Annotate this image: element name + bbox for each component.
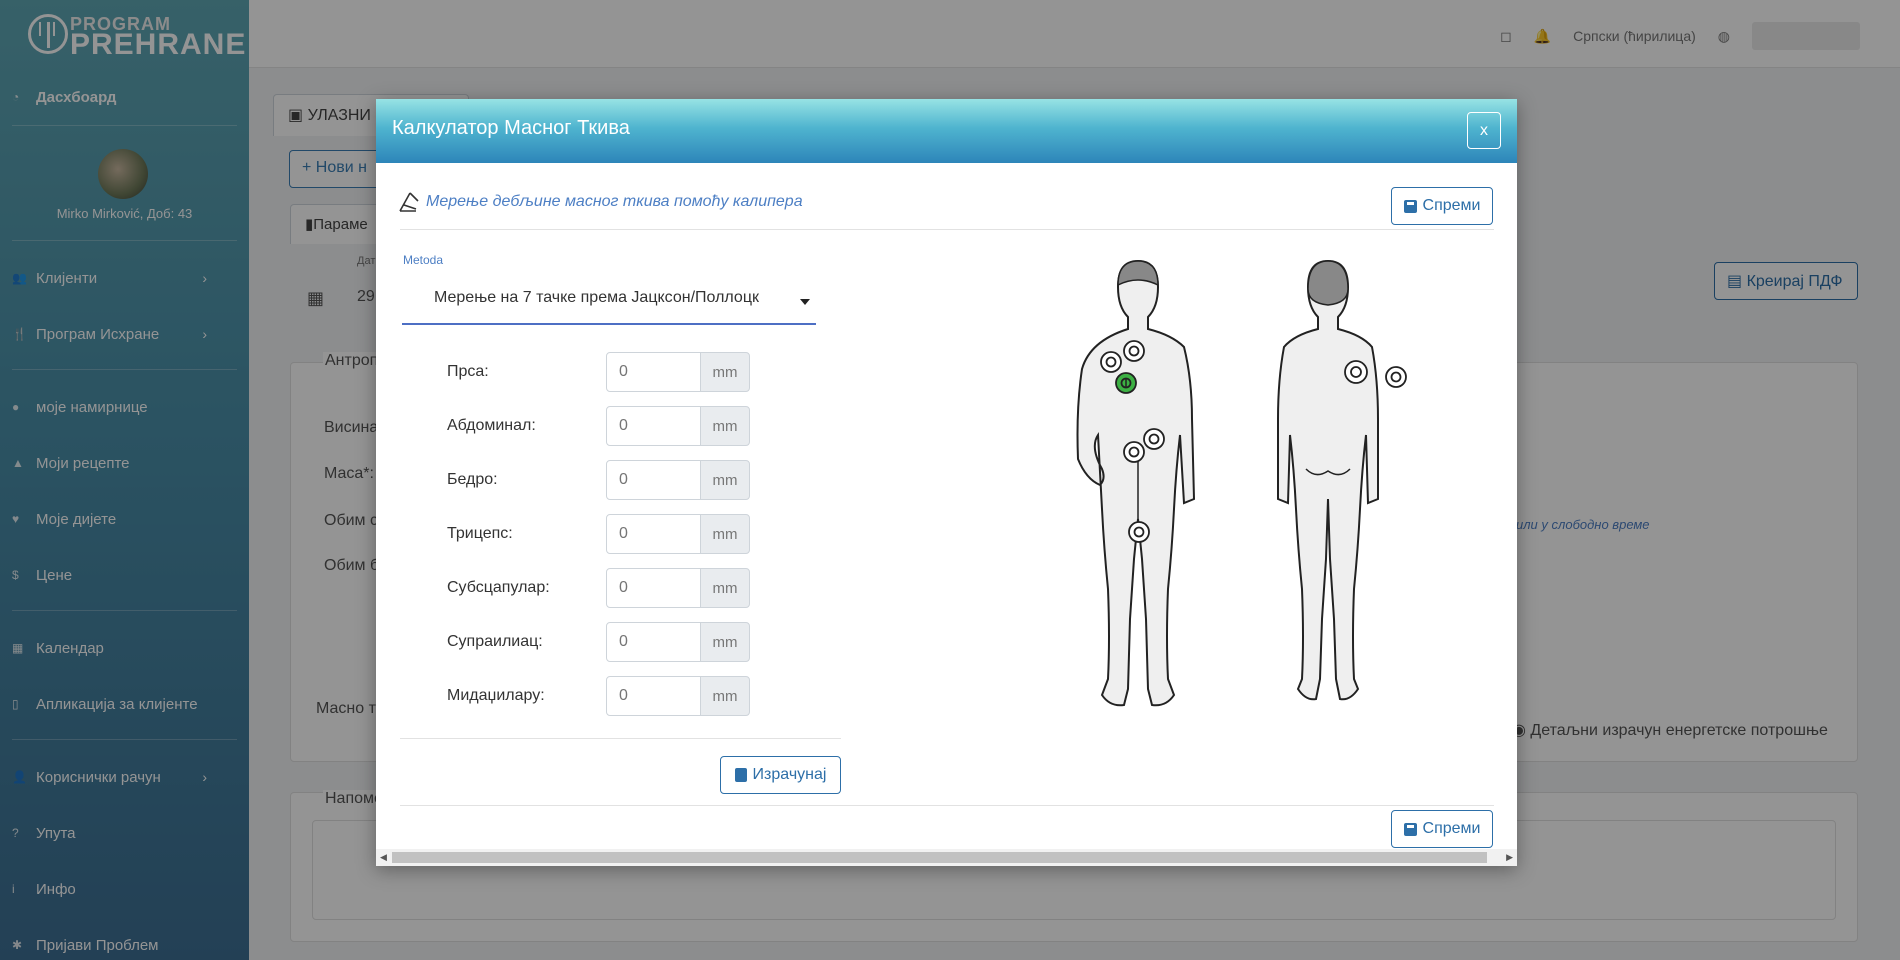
caliper-icon [399, 192, 419, 212]
unit-addon: mm [700, 460, 750, 500]
midaxillary-point-active-icon[interactable] [1115, 372, 1137, 394]
fat-calculator-modal: Калкулатор Масног Ткива x Мерење дебљине… [376, 99, 1517, 866]
calculate-button[interactable]: Израчунај [720, 756, 841, 794]
caret-down-icon [800, 299, 810, 305]
suprailiac-input[interactable] [606, 622, 701, 662]
triceps-input[interactable] [606, 514, 701, 554]
divider [400, 229, 1494, 230]
floppy-disk-icon [1403, 199, 1417, 213]
unit-addon: mm [700, 406, 750, 446]
midaxillary-input[interactable] [606, 676, 701, 716]
save-label: Спреми [1422, 197, 1481, 214]
thigh-point-icon[interactable] [1128, 521, 1150, 543]
subscapular-point-icon[interactable] [1344, 360, 1368, 384]
close-button[interactable]: x [1467, 112, 1501, 149]
method-select[interactable]: Мерење на 7 тачке према Јацксон/Поллоцк [402, 269, 816, 325]
abdominal-input[interactable] [606, 406, 701, 446]
measurement-label: Субсцапулар: [447, 579, 550, 596]
measurement-row-chest: Прса: mm [447, 352, 757, 392]
method-label: Metoda [403, 253, 444, 267]
chest-point-icon[interactable] [1123, 340, 1145, 362]
divider [400, 738, 841, 739]
unit-addon: mm [700, 622, 750, 662]
measurement-label: Прса: [447, 363, 489, 380]
calculate-label: Израчунај [752, 766, 827, 783]
measurement-row-abdominal: Абдоминал: mm [447, 406, 757, 446]
method-value: Мерење на 7 тачке према Јацксон/Поллоцк [434, 289, 759, 306]
save-label: Спреми [1422, 820, 1481, 837]
measurement-row-midaxillary: Мидаџилару: mm [447, 676, 757, 716]
measurement-label: Супраилиац: [447, 633, 543, 650]
scrollbar-thumb[interactable] [392, 852, 1487, 863]
divider [400, 805, 1494, 806]
scroll-right-icon[interactable]: ▶ [1506, 852, 1513, 863]
measurement-label: Бедро: [447, 471, 498, 488]
measurement-label: Трицепс: [447, 525, 513, 542]
calculator-icon [734, 768, 747, 782]
modal-header: Калкулатор Масног Ткива x [376, 99, 1517, 163]
triceps-back-point-icon[interactable] [1385, 366, 1407, 388]
unit-addon: mm [700, 514, 750, 554]
measurement-row-suprailiac: Супраилиац: mm [447, 622, 757, 662]
chest-input[interactable] [606, 352, 701, 392]
unit-addon: mm [700, 352, 750, 392]
save-button-top[interactable]: Спреми [1391, 187, 1493, 225]
measurement-row-thigh: Бедро: mm [447, 460, 757, 500]
body-diagram [1076, 259, 1407, 707]
horizontal-scrollbar[interactable]: ◀ ▶ [376, 849, 1517, 866]
unit-addon: mm [700, 568, 750, 608]
subscapular-input[interactable] [606, 568, 701, 608]
save-button-bottom[interactable]: Спреми [1391, 810, 1493, 848]
measurement-label: Мидаџилару: [447, 687, 545, 704]
measurement-label: Абдоминал: [447, 417, 536, 434]
triceps-front-point-icon[interactable] [1100, 351, 1122, 373]
scroll-left-icon[interactable]: ◀ [380, 852, 387, 863]
caliper-subtitle: Мерење дебљине масног ткива помоћу калип… [396, 189, 803, 215]
suprailiac-point-icon[interactable] [1123, 441, 1145, 463]
back-body-figure [1277, 259, 1379, 701]
abdominal-point-icon[interactable] [1143, 428, 1165, 450]
modal-title: Калкулатор Масног Ткива [392, 117, 630, 139]
measurement-row-subscapular: Субсцапулар: mm [447, 568, 757, 608]
unit-addon: mm [700, 676, 750, 716]
floppy-disk-icon [1403, 822, 1417, 836]
measurement-row-triceps: Трицепс: mm [447, 514, 757, 554]
subtitle-text: Мерење дебљине масног ткива помоћу калип… [426, 193, 803, 210]
front-body-figure [1076, 259, 1196, 707]
thigh-input[interactable] [606, 460, 701, 500]
